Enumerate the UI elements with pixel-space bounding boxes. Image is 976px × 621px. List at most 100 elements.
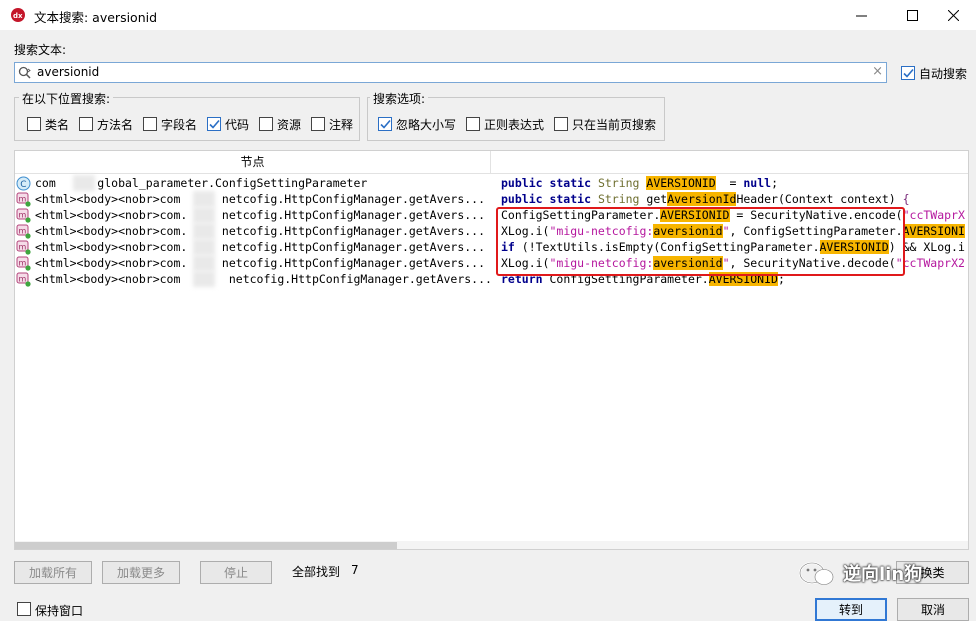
regex-checkbox[interactable] (466, 117, 480, 131)
code-token: public static (501, 192, 598, 206)
resource-label: 资源 (277, 118, 302, 132)
class-name-checkbox[interactable] (27, 117, 41, 131)
field-name-checkbox[interactable] (143, 117, 157, 131)
code-token: = (715, 176, 744, 190)
column-header-code[interactable] (492, 151, 968, 174)
current-page-label: 只在当前页搜索 (572, 118, 657, 132)
svg-text:m: m (19, 227, 27, 236)
redacted-region (73, 175, 95, 191)
redacted-region (193, 223, 215, 239)
code-token: "ccTWaprX2 (895, 256, 965, 270)
table-row[interactable]: m <html><body><nobr>com netcofig.HttpConf… (15, 191, 968, 207)
field-name-label: 字段名 (161, 118, 198, 132)
row-node-text: <html><body><nobr>com netcofig.HttpConfi… (35, 272, 492, 286)
row-code-text: public static String AVERSIONID = null; (501, 175, 778, 191)
jadx-app-icon: dx (11, 8, 25, 22)
code-token: AversionId (667, 192, 737, 206)
auto-search-label: 自动搜索 (919, 67, 968, 81)
found-label: 全部找到 (292, 565, 341, 579)
close-button[interactable] (930, 0, 976, 30)
load-all-button[interactable]: 加载所有 (14, 561, 92, 584)
found-count: 7 (351, 563, 359, 577)
method-icon: m (16, 192, 31, 207)
search-location-title: 在以下位置搜索: (19, 90, 114, 107)
row-node-text: <html><body><nobr>com. netcofig.HttpConf… (35, 240, 486, 254)
clear-search-icon[interactable]: × (872, 64, 883, 79)
method-name-checkbox[interactable] (79, 117, 93, 131)
comment-checkbox[interactable] (311, 117, 325, 131)
regex-label: 正则表达式 (484, 118, 545, 132)
table-row[interactable]: Ccom global_parameter.ConfigSettingParam… (15, 175, 968, 191)
method-icon: m (16, 240, 31, 255)
minimize-icon (855, 15, 867, 16)
window-title: 文本搜索: aversionid (34, 10, 158, 25)
watermark-text: 逆向lin狗 (843, 564, 923, 585)
svg-text:m: m (19, 211, 27, 220)
method-icon: m (16, 224, 31, 239)
code-token: ; (771, 176, 778, 190)
row-node-text: <html><body><nobr>com netcofig.HttpConfi… (35, 192, 486, 206)
code-token: get (646, 192, 668, 206)
comment-label: 注释 (329, 118, 354, 132)
code-token: public static (501, 176, 598, 190)
row-node-text: <html><body><nobr>com. netcofig.HttpConf… (35, 256, 486, 270)
svg-text:m: m (19, 259, 27, 268)
code-token: Header(Context context) (736, 192, 903, 206)
code-token: String (597, 192, 647, 206)
redacted-region (193, 271, 215, 287)
method-icon: m (16, 208, 31, 223)
code-token: AVERSIONID (646, 176, 716, 190)
wechat-logo-icon (798, 561, 834, 585)
row-node-text: <html><body><nobr>com. netcofig.HttpConf… (35, 208, 486, 222)
results-table[interactable]: 节点 Ccom global_parameter.ConfigSettingPa… (14, 150, 969, 550)
goto-button[interactable]: 转到 (815, 598, 887, 621)
search-input[interactable]: aversionid × (14, 62, 887, 83)
ignore-case-checkbox[interactable] (378, 117, 392, 131)
redacted-region (193, 239, 215, 255)
code-token: { (902, 192, 910, 206)
code-token: String (597, 176, 647, 190)
method-icon: m (16, 256, 31, 271)
checkmark-icon (380, 119, 391, 129)
search-options-title: 搜索选项: (370, 90, 429, 107)
class-icon: C (16, 176, 31, 191)
table-header: 节点 (15, 151, 968, 174)
auto-search-checkbox[interactable] (901, 66, 915, 80)
minimize-button[interactable] (838, 0, 884, 30)
title-bar: dx 文本搜索: aversionid (0, 0, 976, 30)
code-checkbox[interactable] (207, 117, 221, 131)
current-page-checkbox[interactable] (554, 117, 568, 131)
redacted-region (193, 207, 215, 223)
column-header-node[interactable]: 节点 (15, 151, 491, 174)
close-icon (947, 9, 959, 21)
maximize-button[interactable] (889, 0, 935, 30)
checkmark-icon (903, 68, 914, 78)
method-icon: m (16, 272, 31, 287)
class-name-label: 类名 (45, 118, 70, 132)
svg-text:dx: dx (13, 12, 23, 20)
scrollbar-thumb[interactable] (15, 542, 397, 549)
code-label: 代码 (225, 118, 250, 132)
redacted-region (193, 255, 215, 271)
checkmark-icon (209, 119, 220, 129)
search-icon (18, 66, 31, 79)
svg-text:m: m (19, 275, 27, 284)
svg-text:m: m (19, 243, 27, 252)
code-token: AVERSIONI (902, 224, 965, 238)
keep-window-checkbox[interactable] (17, 602, 31, 616)
horizontal-scrollbar[interactable] (15, 541, 968, 549)
method-name-label: 方法名 (97, 118, 134, 132)
cancel-button[interactable]: 取消 (897, 598, 969, 621)
search-text-label: 搜索文本: (14, 43, 67, 57)
code-token: null (743, 176, 772, 190)
svg-text:m: m (19, 195, 27, 204)
ignore-case-label: 忽略大小写 (396, 118, 457, 132)
load-more-button[interactable]: 加载更多 (102, 561, 180, 584)
code-token: "ccTWaprX (902, 208, 965, 222)
row-node-text: <html><body><nobr>com. netcofig.HttpConf… (35, 224, 486, 238)
keep-window-label: 保持窗口 (35, 604, 84, 618)
redacted-region (193, 191, 215, 207)
stop-button[interactable]: 停止 (200, 561, 272, 584)
resource-checkbox[interactable] (259, 117, 273, 131)
row-code-text: public static String getAversionIdHeader… (501, 191, 910, 207)
